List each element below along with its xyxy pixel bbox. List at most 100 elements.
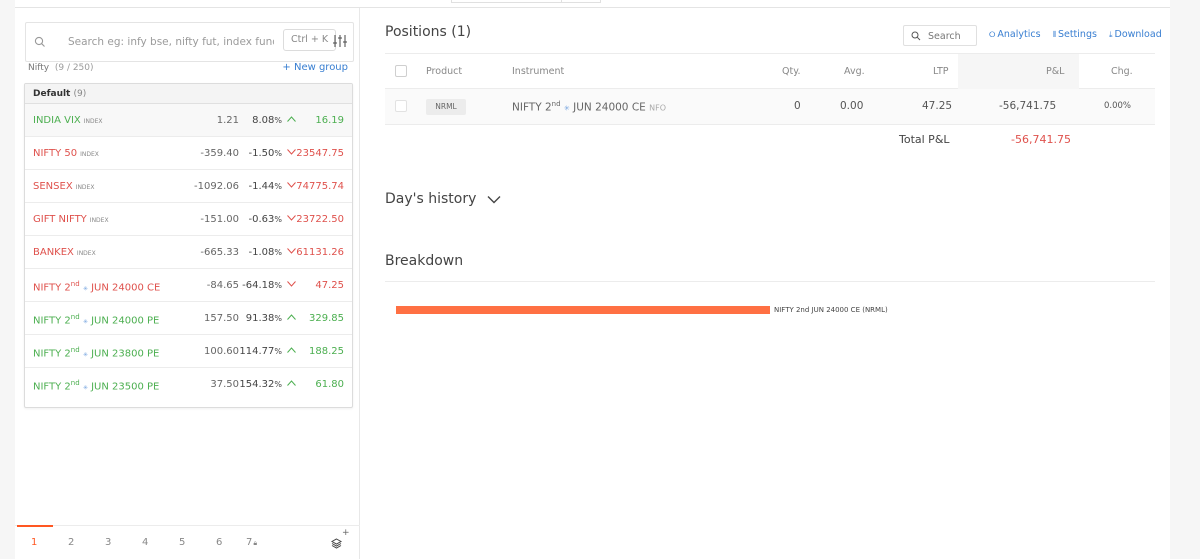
select-all-checkbox[interactable] [395, 65, 407, 77]
instrument-prefix: NIFTY 2 [33, 282, 71, 294]
col-avg[interactable]: Avg. [844, 66, 865, 77]
last-price: 188.25 [309, 346, 344, 357]
col-chg[interactable]: Chg. [1111, 66, 1133, 77]
settings-icon: ⫴ [1052, 30, 1056, 39]
new-group-button[interactable]: + New group [282, 62, 348, 73]
watchlist-row[interactable]: GIFT NIFTY INDEX -151.00 -0.63% 23722.50 [25, 203, 352, 236]
layers-icon[interactable] [331, 538, 342, 549]
net-change: 157.50 [204, 313, 239, 324]
weekly-icon: ✳︎ [563, 104, 570, 113]
lock-icon: 🔒︎ [253, 539, 258, 547]
arrow-down-icon [287, 281, 296, 287]
percent-sign: % [274, 215, 282, 224]
watchlist-row[interactable]: NIFTY 2nd ✳︎ JUN 24000 PE 157.50 91.38% 329… [25, 302, 352, 335]
col-product[interactable]: Product [426, 66, 462, 77]
percent-change: -64.18% [242, 280, 282, 291]
watchlist-group: Default (9) INDIA VIX INDEX 1.21 8.08% 16.19… [24, 83, 353, 408]
analytics-link[interactable]: ⭘ Analytics [989, 29, 1041, 40]
percent-change: -1.08% [249, 247, 282, 258]
group-header[interactable]: Default (9) [25, 84, 352, 104]
instrument-prefix: NIFTY 2 [512, 101, 552, 114]
col-pnl[interactable]: P&L [1046, 66, 1064, 77]
percent-sign: % [274, 281, 282, 290]
row-checkbox[interactable] [395, 100, 407, 112]
breakdown-bar[interactable] [396, 306, 770, 314]
total-pnl-value: -56,741.75 [1011, 133, 1071, 146]
watchlist-row[interactable]: NIFTY 2nd ✳︎ JUN 23800 PE 100.60 114.77% 18… [25, 335, 352, 368]
watchlist-row[interactable]: NIFTY 50 INDEX -359.40 -1.50% 23547.75 [25, 137, 352, 170]
last-price: 23547.75 [296, 148, 344, 159]
index-tag: INDEX [89, 217, 109, 224]
arrow-down-icon [287, 215, 296, 221]
last-price: 16.19 [315, 115, 344, 126]
arrow-up-icon [287, 314, 296, 320]
watchlist-name: Nifty [28, 63, 50, 73]
download-link[interactable]: ⤓ Download [1109, 29, 1162, 40]
top-bar [15, 0, 1170, 8]
weekly-icon: ✳︎ [82, 318, 88, 326]
page-1[interactable]: 1 [31, 537, 37, 548]
arrow-up-icon [287, 380, 296, 386]
instrument-search[interactable]: Ctrl + K [25, 22, 354, 62]
download-icon: ⤓ [1108, 30, 1113, 39]
watchlist-instrument: INDIA VIX INDEX [33, 115, 103, 126]
page-7[interactable]: 7🔒︎ [246, 537, 257, 548]
position-row[interactable]: NRML NIFTY 2nd ✳︎ JUN 24000 CE NFO 0 0.0… [385, 89, 1155, 125]
net-change: -84.65 [206, 280, 239, 291]
page-6[interactable]: 6 [216, 537, 222, 548]
percent-change: -1.50% [249, 148, 282, 159]
chevron-down-icon [487, 195, 501, 203]
shortcut-hint: Ctrl + K [283, 29, 337, 51]
col-ltp[interactable]: LTP [933, 66, 949, 77]
net-change: -1092.06 [194, 181, 239, 192]
add-page-icon[interactable]: + [342, 528, 350, 538]
instrument-prefix: NIFTY 2 [33, 348, 71, 360]
breakdown-bar-label: NIFTY 2nd JUN 24000 CE (NRML) [774, 306, 888, 314]
percent-value: 91.38 [245, 313, 275, 324]
page-3[interactable]: 3 [105, 537, 111, 548]
positions-table: Product Instrument Qty. Avg. LTP P&L Chg… [385, 53, 1155, 155]
watchlist-row[interactable]: NIFTY 2nd ✳︎ JUN 23500 PE 37.50 154.32% 61.… [25, 368, 352, 401]
instrument-name: GIFT NIFTY [33, 214, 87, 225]
instrument-name: SENSEX [33, 181, 73, 192]
watchlist-count: (9 / 250) [54, 63, 94, 73]
percent-value: -1.44 [248, 181, 275, 192]
watchlist-row[interactable]: NIFTY 2nd ✳︎ JUN 24000 CE -84.65 -64.18% 47… [25, 269, 352, 302]
col-instrument[interactable]: Instrument [512, 66, 564, 77]
page-2[interactable]: 2 [68, 537, 74, 548]
breakdown-divider [385, 281, 1155, 282]
percent-sign: % [274, 248, 282, 257]
watchlist-row[interactable]: BANKEX INDEX -665.33 -1.08% 61131.26 [25, 236, 352, 269]
arrow-up-icon [287, 347, 296, 353]
search-input[interactable] [68, 31, 274, 53]
positions-search-input[interactable] [928, 29, 974, 43]
positions-search[interactable] [903, 25, 977, 46]
sliders-icon[interactable] [332, 33, 348, 49]
settings-link[interactable]: ⫴ Settings [1053, 29, 1097, 40]
percent-change: 114.77% [239, 346, 282, 357]
weekly-icon: ✳︎ [82, 351, 88, 359]
instrument-prefix: NIFTY 2 [33, 381, 71, 393]
percent-value: -1.50 [248, 148, 275, 159]
col-qty[interactable]: Qty. [782, 66, 801, 77]
page-4[interactable]: 4 [142, 537, 148, 548]
instrument-suffix: JUN 23500 PE [91, 381, 160, 393]
arrow-down-icon [287, 149, 296, 155]
weekly-icon: ✳︎ [82, 285, 88, 293]
net-change: -359.40 [200, 148, 239, 159]
instrument-suffix: JUN 24000 CE [573, 101, 646, 114]
days-history-toggle[interactable]: Day's history [385, 191, 501, 207]
percent-sign: % [274, 380, 282, 389]
instrument-suffix: JUN 24000 PE [91, 315, 160, 327]
watchlist-pager: 1 2 3 4 5 6 7🔒︎ + [15, 525, 360, 559]
arrow-up-icon [287, 116, 296, 122]
instrument-sup: nd [551, 100, 561, 108]
watchlist-row[interactable]: INDIA VIX INDEX 1.21 8.08% 16.19 [25, 104, 352, 137]
instrument-name: NIFTY 50 [33, 148, 78, 159]
breakdown-title: Breakdown [385, 253, 464, 269]
analytics-label: Analytics [997, 29, 1041, 40]
percent-change: -0.63% [249, 214, 282, 225]
watchlist-row[interactable]: SENSEX INDEX -1092.06 -1.44% 74775.74 [25, 170, 352, 203]
page-5[interactable]: 5 [179, 537, 185, 548]
net-change: 1.21 [216, 115, 239, 126]
